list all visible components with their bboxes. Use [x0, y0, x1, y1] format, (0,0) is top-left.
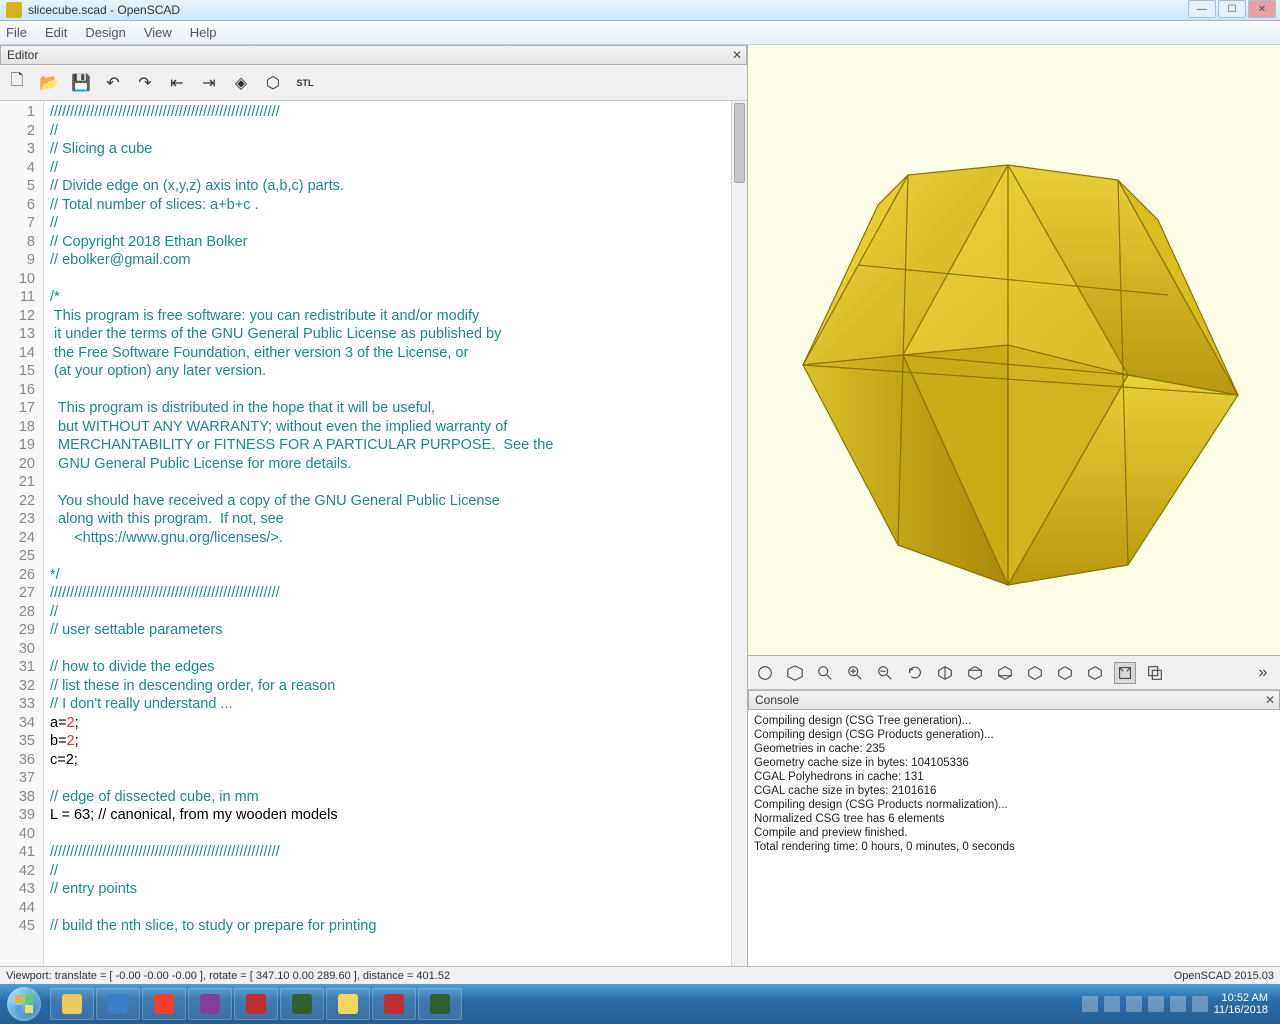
tray-icon[interactable]	[1148, 996, 1164, 1012]
indent-icon[interactable]: ⇥	[198, 72, 220, 94]
tray-time: 10:52 AM	[1214, 992, 1268, 1004]
console-close-icon[interactable]: ✕	[1265, 693, 1275, 707]
close-button[interactable]: ✕	[1248, 0, 1276, 18]
console-title-bar: Console ✕	[748, 690, 1280, 710]
taskbar-app[interactable]	[188, 988, 232, 1020]
console-output[interactable]: Compiling design (CSG Tree generation)..…	[748, 710, 1280, 966]
export-stl-icon[interactable]: STL	[294, 72, 316, 94]
view-left-icon[interactable]	[1024, 662, 1046, 684]
unindent-icon[interactable]: ⇤	[166, 72, 188, 94]
start-button[interactable]	[4, 984, 44, 1024]
taskbar-app[interactable]	[326, 988, 370, 1020]
code-editor[interactable]: 1 2 3 4 5 6 7 8 9 10 11 12 13 14 15 16 1…	[0, 101, 747, 966]
menu-bar: File Edit Design View Help	[0, 21, 1280, 45]
taskbar-app[interactable]	[418, 988, 462, 1020]
status-bar: Viewport: translate = [ -0.00 -0.00 -0.0…	[0, 966, 1280, 984]
line-gutter: 1 2 3 4 5 6 7 8 9 10 11 12 13 14 15 16 1…	[0, 101, 44, 966]
editor-title: Editor	[7, 48, 38, 62]
redo-icon[interactable]: ↷	[134, 72, 156, 94]
zoom-fit-icon[interactable]	[814, 662, 836, 684]
tray-date: 11/16/2018	[1214, 1004, 1268, 1016]
menu-design[interactable]: Design	[85, 25, 125, 40]
window-titlebar: slicecube.scad - OpenSCAD — ☐ ✕	[0, 0, 1280, 21]
toolbar-overflow-icon[interactable]: »	[1252, 662, 1274, 684]
editor-title-bar: Editor ✕	[0, 45, 747, 65]
minimize-button[interactable]: —	[1188, 0, 1216, 18]
zoom-out-icon[interactable]	[874, 662, 896, 684]
tray-clock[interactable]: 10:52 AM 11/16/2018	[1214, 992, 1268, 1016]
open-file-icon[interactable]: 📂	[38, 72, 60, 94]
render-icon[interactable]: ⬡	[262, 72, 284, 94]
view-back-icon[interactable]	[1084, 662, 1106, 684]
tray-icon[interactable]	[1126, 996, 1142, 1012]
taskbar-app[interactable]	[96, 988, 140, 1020]
save-file-icon[interactable]: 💾	[70, 72, 92, 94]
reset-view-icon[interactable]	[904, 662, 926, 684]
view-top-icon[interactable]	[964, 662, 986, 684]
window-title: slicecube.scad - OpenSCAD	[28, 3, 180, 17]
console-title: Console	[755, 693, 799, 707]
taskbar-app[interactable]	[280, 988, 324, 1020]
tray-volume-icon[interactable]	[1192, 996, 1208, 1012]
tray-icon[interactable]	[1082, 996, 1098, 1012]
3d-viewport[interactable]	[748, 45, 1280, 656]
view-right-icon[interactable]	[934, 662, 956, 684]
render-view-icon[interactable]	[784, 662, 806, 684]
console-pane: Console ✕ Compiling design (CSG Tree gen…	[748, 690, 1280, 966]
editor-close-icon[interactable]: ✕	[732, 48, 742, 62]
system-tray: 10:52 AM 11/16/2018	[1082, 992, 1276, 1016]
taskbar-app[interactable]	[142, 988, 186, 1020]
view-bottom-icon[interactable]	[994, 662, 1016, 684]
scrollbar-thumb[interactable]	[734, 103, 745, 183]
editor-pane: Editor ✕ 🗋 📂 💾 ↶ ↷ ⇤ ⇥ ◈ ⬡ STL 1 2 3 4 5…	[0, 45, 748, 966]
menu-view[interactable]: View	[144, 25, 172, 40]
view-front-icon[interactable]	[1054, 662, 1076, 684]
status-version: OpenSCAD 2015.03	[1174, 970, 1274, 982]
tray-icon[interactable]	[1104, 996, 1120, 1012]
menu-file[interactable]: File	[6, 25, 27, 40]
maximize-button[interactable]: ☐	[1218, 0, 1246, 18]
viewport-toolbar: »	[748, 656, 1280, 690]
orthographic-icon[interactable]	[1144, 662, 1166, 684]
app-icon	[6, 2, 22, 18]
menu-edit[interactable]: Edit	[45, 25, 67, 40]
taskbar-app[interactable]	[234, 988, 278, 1020]
preview-icon[interactable]: ◈	[230, 72, 252, 94]
windows-taskbar: 10:52 AM 11/16/2018	[0, 984, 1280, 1024]
undo-icon[interactable]: ↶	[102, 72, 124, 94]
new-file-icon[interactable]: 🗋	[6, 72, 28, 94]
preview-view-icon[interactable]	[754, 662, 776, 684]
taskbar-app[interactable]	[372, 988, 416, 1020]
zoom-in-icon[interactable]	[844, 662, 866, 684]
perspective-icon[interactable]	[1114, 662, 1136, 684]
code-text[interactable]: ////////////////////////////////////////…	[44, 101, 731, 966]
status-viewport-info: Viewport: translate = [ -0.00 -0.00 -0.0…	[6, 970, 450, 982]
taskbar-app[interactable]	[50, 988, 94, 1020]
tray-network-icon[interactable]	[1170, 996, 1186, 1012]
menu-help[interactable]: Help	[190, 25, 217, 40]
editor-toolbar: 🗋 📂 💾 ↶ ↷ ⇤ ⇥ ◈ ⬡ STL	[0, 65, 747, 101]
editor-scrollbar[interactable]	[731, 101, 747, 966]
